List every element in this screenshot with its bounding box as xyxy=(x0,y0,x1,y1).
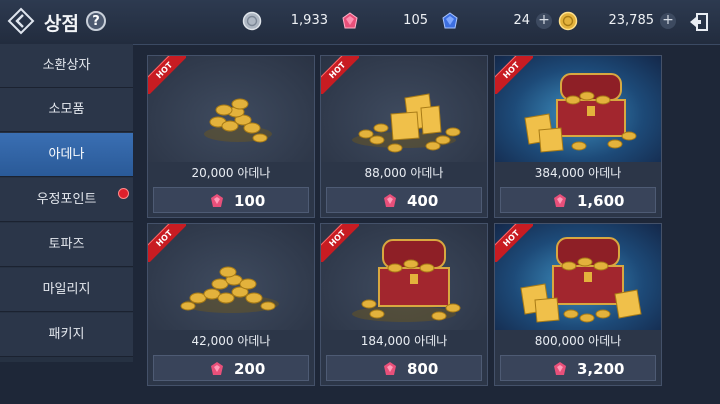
sidebar-item-label: 마일리지 xyxy=(42,282,91,297)
silver-count: 1,933 xyxy=(290,13,328,28)
price-label: 3,200 xyxy=(577,360,625,378)
notification-dot xyxy=(118,188,129,199)
ruby-icon xyxy=(554,194,566,207)
sidebar-item-adena[interactable]: 아데나 xyxy=(0,133,133,177)
buy-button[interactable]: 3,200 xyxy=(500,355,656,381)
sapphire-icon xyxy=(442,12,458,29)
price-label: 400 xyxy=(407,192,439,210)
price-label: 1,600 xyxy=(577,192,625,210)
sidebar-item-label: 소환상자 xyxy=(42,58,91,73)
buy-button[interactable]: 100 xyxy=(153,187,309,213)
sidebar-item-label: 소모품 xyxy=(48,102,85,117)
sidebar-item-topaz[interactable]: 토파즈 xyxy=(0,223,133,267)
hot-badge: HOT xyxy=(148,224,186,262)
add-sapphire-button[interactable]: + xyxy=(536,13,552,29)
exit-icon[interactable] xyxy=(688,11,710,33)
product-amount: 42,000 아데나 xyxy=(191,334,271,348)
product-card[interactable]: HOT 88,000 아데나 400 xyxy=(320,55,488,218)
sidebar-item-label: 아데나 xyxy=(48,147,85,162)
sidebar-item-label: 토파즈 xyxy=(48,237,85,252)
ruby-icon xyxy=(211,194,223,207)
page-title: 상점 xyxy=(44,13,79,35)
buy-button[interactable]: 400 xyxy=(326,187,482,213)
product-amount: 20,000 아데나 xyxy=(191,166,271,180)
sidebar-item-mileage[interactable]: 마일리지 xyxy=(0,268,133,312)
product-amount: 384,000 아데나 xyxy=(534,166,622,180)
hot-badge: HOT xyxy=(321,224,359,262)
ruby-icon xyxy=(384,362,396,375)
price-label: 800 xyxy=(407,360,439,378)
adena-coin-icon xyxy=(558,11,578,31)
sidebar-item-label: 패키지 xyxy=(48,327,85,342)
ruby-icon xyxy=(342,12,358,29)
buy-button[interactable]: 800 xyxy=(326,355,482,381)
sidebar-item-consumables[interactable]: 소모품 xyxy=(0,88,133,132)
hot-badge: HOT xyxy=(148,56,186,94)
product-amount: 88,000 아데나 xyxy=(364,166,444,180)
hot-badge: HOT xyxy=(495,224,533,262)
sidebar-item-label: 우정포인트 xyxy=(36,192,97,207)
ruby-count: 105 xyxy=(403,13,428,28)
add-adena-button[interactable]: + xyxy=(660,13,676,29)
price-label: 200 xyxy=(234,360,266,378)
product-card[interactable]: HOT 800,000 아데나 3,200 xyxy=(494,223,662,386)
help-button[interactable]: ? xyxy=(86,11,106,31)
ruby-icon xyxy=(554,362,566,375)
buy-button[interactable]: 200 xyxy=(153,355,309,381)
category-sidebar: 소환상자 소모품 아데나 우정포인트 토파즈 마일리지 패키지 xyxy=(0,44,133,362)
sidebar-item-summon-box[interactable]: 소환상자 xyxy=(0,44,133,88)
product-amount: 184,000 아데나 xyxy=(360,334,448,348)
sidebar-item-friendship-points[interactable]: 우정포인트 xyxy=(0,178,133,222)
ruby-icon xyxy=(211,362,223,375)
sapphire-count: 24 xyxy=(513,13,530,28)
product-amount: 800,000 아데나 xyxy=(534,334,622,348)
price-label: 100 xyxy=(234,192,266,210)
silver-coin-icon xyxy=(242,11,262,31)
hot-badge: HOT xyxy=(321,56,359,94)
product-card[interactable]: HOT 42,000 아데나 200 xyxy=(147,223,315,386)
product-card[interactable]: HOT 184,000 아데나 800 xyxy=(320,223,488,386)
buy-button[interactable]: 1,600 xyxy=(500,187,656,213)
sidebar-item-package[interactable]: 패키지 xyxy=(0,313,133,357)
hot-badge: HOT xyxy=(495,56,533,94)
adena-count: 23,785 xyxy=(608,13,655,28)
back-icon[interactable] xyxy=(6,6,36,36)
top-bar: 상점 ? 1,933 105 24 + 23,785 + xyxy=(0,0,720,45)
product-card[interactable]: HOT 384,000 아데나 1,600 xyxy=(494,55,662,218)
ruby-icon xyxy=(384,194,396,207)
product-card[interactable]: HOT 20,000 아데나 100 xyxy=(147,55,315,218)
